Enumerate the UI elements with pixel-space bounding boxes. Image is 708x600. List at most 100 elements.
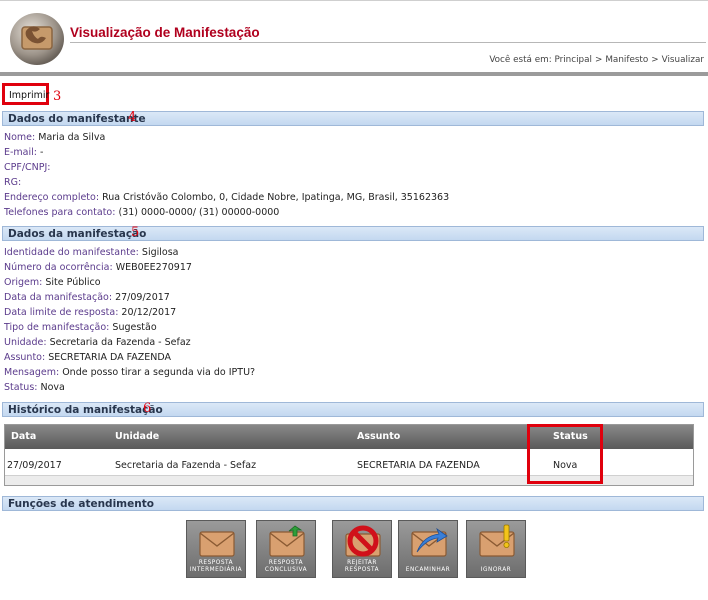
action-buttons: RESPOSTA INTERMEDIÁRIA RESPOSTA CONCLUSIVA…	[186, 520, 526, 578]
envelope-reject-icon	[345, 525, 381, 557]
field-unidade: Unidade: Secretaria da Fazenda - Sefaz	[4, 336, 191, 349]
field-value: 27/09/2017	[115, 292, 170, 303]
annotation-3: 3	[53, 89, 62, 104]
cell-unidade: Secretaria da Fazenda - Sefaz	[115, 460, 257, 471]
field-value: Rua Cristóvão Colombo, 0, Cidade Nobre, …	[102, 192, 450, 203]
field-value: Site Público	[45, 277, 101, 288]
breadcrumb-item-principal[interactable]: Principal	[554, 55, 592, 65]
breadcrumb-item-visualizar: Visualizar	[661, 55, 704, 65]
ignore-button[interactable]: IGNORAR	[466, 520, 526, 578]
field-assunto: Assunto: SECRETARIA DA FAZENDA	[4, 351, 171, 364]
forward-label: ENCAMINHAR	[399, 560, 457, 574]
conclusive-response-button[interactable]: RESPOSTA CONCLUSIVA	[256, 520, 316, 578]
field-status: Status: Nova	[4, 381, 65, 394]
label-line: RESPOSTA	[344, 567, 380, 573]
field-email: E-mail: -	[4, 146, 43, 159]
breadcrumb-item-manifesto[interactable]: Manifesto	[605, 55, 648, 65]
field-value: 20/12/2017	[121, 307, 177, 318]
section-manifestant-header: Dados do manifestante	[2, 111, 704, 126]
field-value: Nova	[40, 382, 65, 393]
envelope-warning-icon	[479, 524, 515, 557]
field-numero: Número da ocorrência: WEB0EE270917	[4, 261, 192, 274]
forward-button[interactable]: ENCAMINHAR	[398, 520, 458, 578]
annotation-6: 6	[143, 401, 152, 416]
field-label: CPF/CNPJ:	[4, 162, 51, 173]
field-label: Data limite de resposta:	[4, 307, 119, 318]
field-label: Status:	[4, 382, 38, 393]
label-line: INTERMEDIÁRIA	[189, 567, 243, 573]
section-history-header: Histórico da manifestação	[2, 402, 704, 417]
column-header-data[interactable]: Data	[11, 431, 36, 442]
label-line: RESPOSTA	[198, 560, 234, 566]
field-value: Onde posso tirar a segunda via do IPTU?	[62, 367, 256, 378]
field-label: Mensagem:	[4, 367, 60, 378]
intermediate-response-label: RESPOSTA INTERMEDIÁRIA	[187, 560, 245, 574]
print-button[interactable]: Imprimir	[2, 83, 49, 105]
field-value: (31) 0000-0000/ (31) 00000-0000	[118, 207, 280, 218]
envelope-forward-icon	[411, 527, 448, 557]
reject-response-label: REJEITAR RESPOSTA	[333, 560, 391, 574]
field-value: WEB0EE270917	[115, 262, 192, 273]
cell-data: 27/09/2017	[7, 460, 62, 471]
envelope-check-icon	[269, 525, 305, 557]
label-line: IGNORAR	[480, 567, 512, 573]
field-rg: RG:	[4, 176, 21, 189]
intermediate-response-button[interactable]: RESPOSTA INTERMEDIÁRIA	[186, 520, 246, 578]
field-identidade: Identidade do manifestante: Sigilosa	[4, 246, 178, 259]
field-label: Assunto:	[4, 352, 46, 363]
field-value: -	[40, 147, 44, 158]
page-title: Visualização de Manifestação	[70, 25, 260, 40]
column-header-assunto[interactable]: Assunto	[357, 431, 400, 442]
breadcrumb-prefix: Você está em:	[489, 55, 552, 65]
field-value: Maria da Silva	[38, 132, 106, 143]
title-divider	[70, 42, 706, 43]
breadcrumb-separator: >	[594, 55, 603, 65]
field-nome: Nome: Maria da Silva	[4, 131, 105, 144]
section-history-title: Histórico da manifestação	[8, 404, 163, 416]
field-label: Nome:	[4, 132, 36, 143]
field-value: Sigilosa	[141, 247, 179, 258]
field-label: E-mail:	[4, 147, 37, 158]
section-manifestant-title: Dados do manifestante	[8, 113, 146, 125]
field-cpf: CPF/CNPJ:	[4, 161, 51, 174]
breadcrumb-separator: >	[651, 55, 659, 65]
field-mensagem: Mensagem: Onde posso tirar a segunda via…	[4, 366, 255, 379]
section-manifestation-header: Dados da manifestação	[2, 226, 704, 241]
field-endereco: Endereço completo: Rua Cristóvão Colombo…	[4, 191, 449, 204]
field-label: Endereço completo:	[4, 192, 100, 203]
column-header-unidade[interactable]: Unidade	[115, 431, 159, 442]
field-label: Telefones para contato:	[4, 207, 116, 218]
annotation-4: 4	[128, 110, 137, 125]
label-line: CONCLUSIVA	[264, 567, 308, 573]
breadcrumb: Você está em: Principal > Manifesto > Visual…	[489, 55, 704, 65]
field-label: Tipo de manifestação:	[4, 322, 110, 333]
envelope-icon	[199, 531, 235, 557]
field-value: SECRETARIA DA FAZENDA	[48, 352, 171, 363]
field-data-manifestacao: Data da manifestação: 27/09/2017	[4, 291, 170, 304]
field-label: Número da ocorrência:	[4, 262, 113, 273]
header-divider-bar	[0, 72, 708, 76]
annotation-5: 5	[131, 225, 140, 240]
field-label: RG:	[4, 177, 22, 188]
field-label: Identidade do manifestante:	[4, 247, 139, 258]
field-data-limite: Data limite de resposta: 20/12/2017	[4, 306, 176, 319]
label-line: RESPOSTA	[268, 560, 304, 566]
field-label: Data da manifestação:	[4, 292, 113, 303]
field-label: Unidade:	[4, 337, 47, 348]
page-header: Visualização de Manifestação Você está e…	[0, 0, 708, 72]
ignore-label: IGNORAR	[467, 560, 525, 574]
conclusive-response-label: RESPOSTA CONCLUSIVA	[257, 560, 315, 574]
reject-response-button[interactable]: REJEITAR RESPOSTA	[332, 520, 392, 578]
section-functions-title: Funções de atendimento	[8, 498, 154, 510]
field-label: Origem:	[4, 277, 43, 288]
field-origem: Origem: Site Público	[4, 276, 101, 289]
cell-assunto: SECRETARIA DA FAZENDA	[357, 460, 480, 471]
field-telefones: Telefones para contato: (31) 0000-0000/ …	[4, 206, 279, 219]
field-value: Sugestão	[112, 322, 157, 333]
section-manifestation-title: Dados da manifestação	[8, 228, 147, 240]
field-tipo: Tipo de manifestação: Sugestão	[4, 321, 157, 334]
status-highlight-box	[527, 424, 603, 484]
field-value: Secretaria da Fazenda - Sefaz	[49, 337, 191, 348]
phone-envelope-logo-icon	[10, 13, 64, 65]
label-line: REJEITAR	[347, 560, 377, 566]
